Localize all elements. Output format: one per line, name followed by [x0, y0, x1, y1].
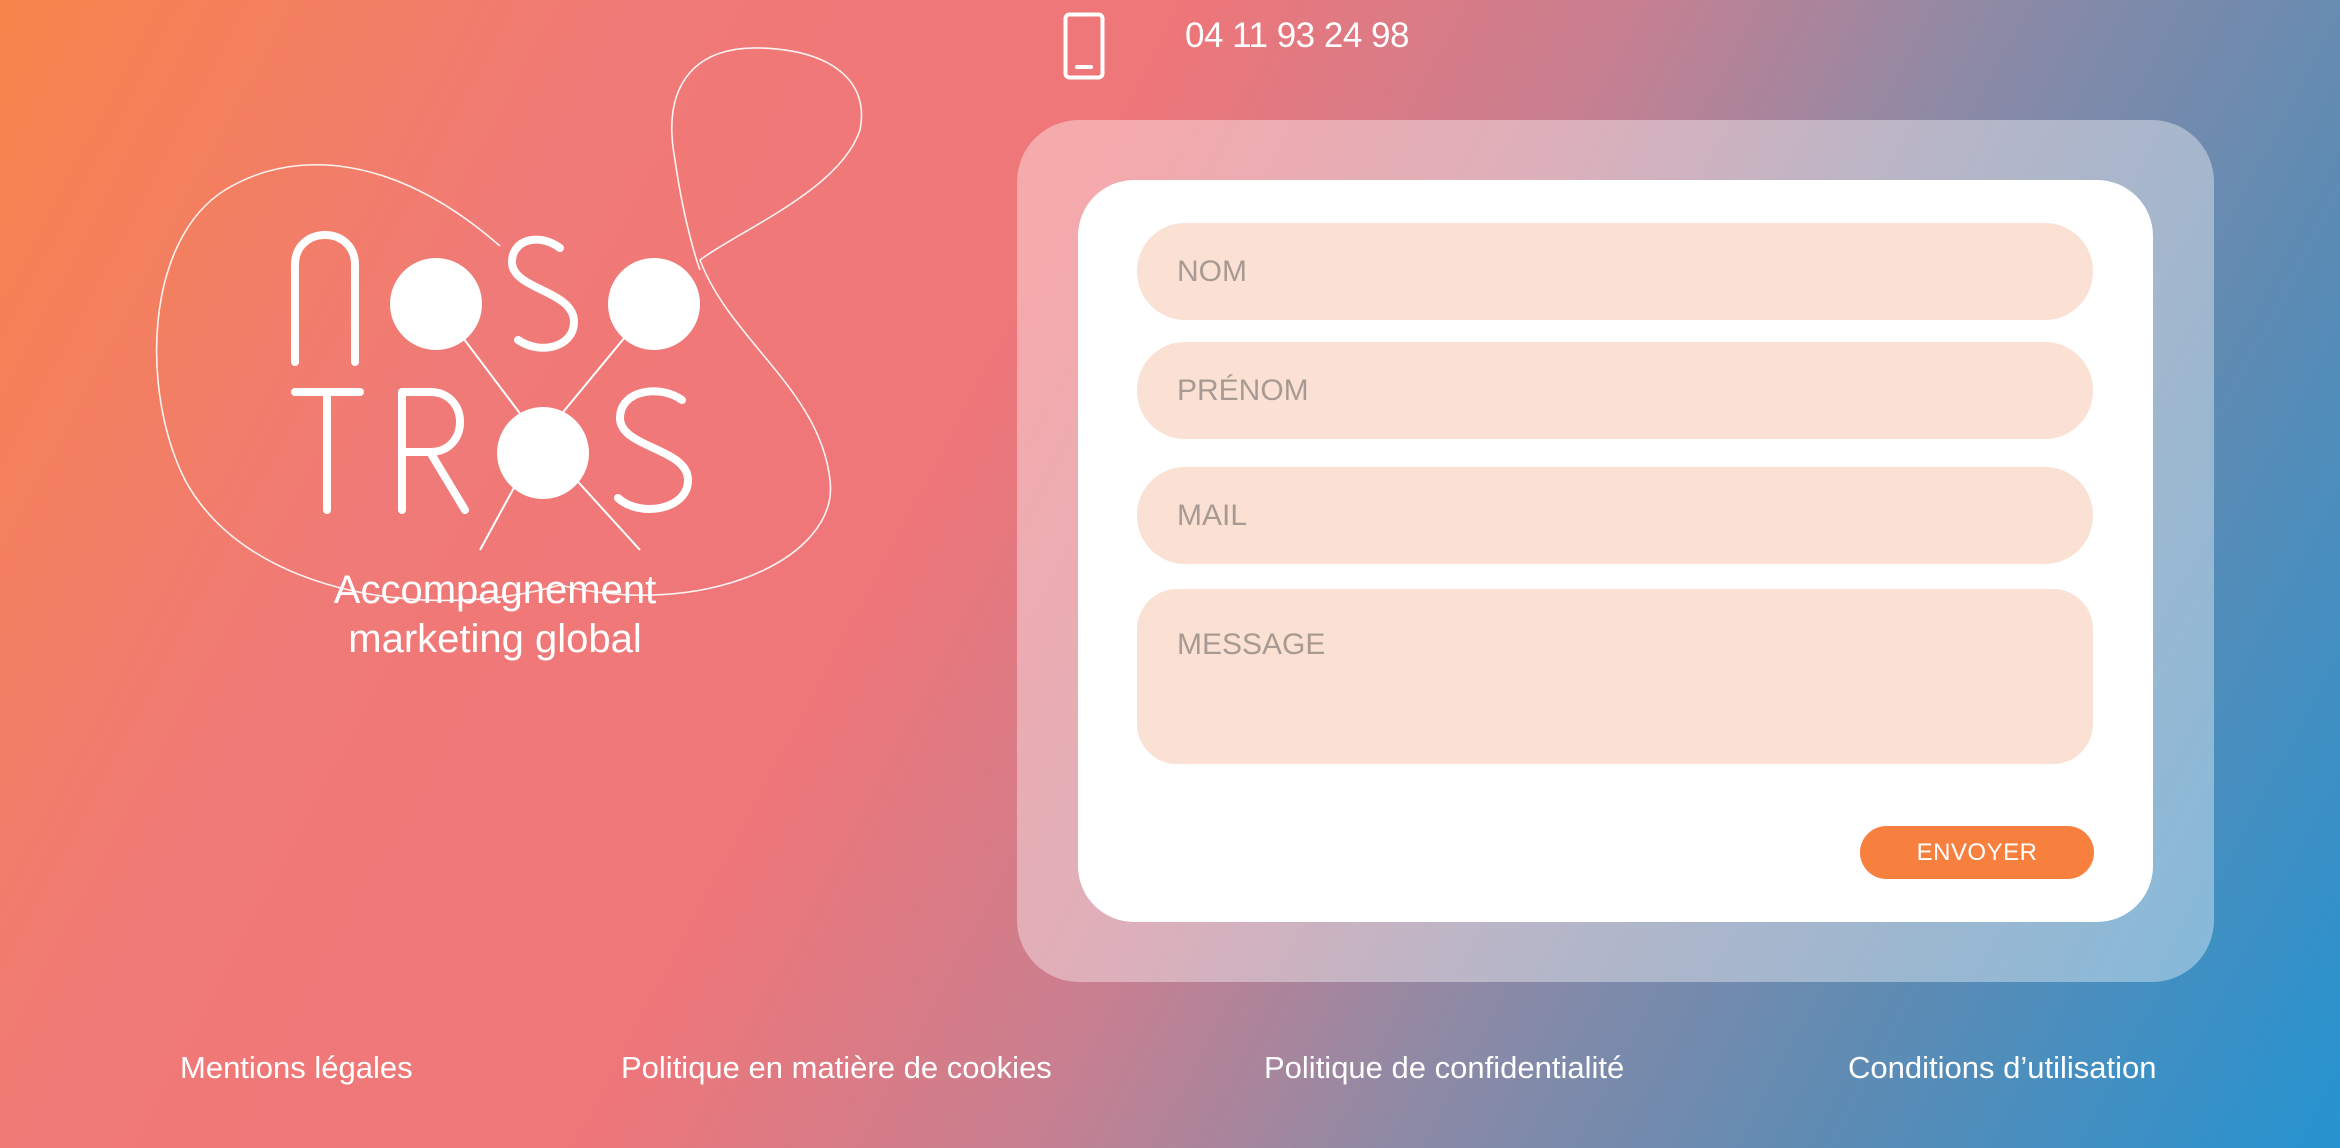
footer-link-confidentialite[interactable]: Politique de confidentialité — [1264, 1049, 1624, 1087]
message-field[interactable] — [1137, 589, 2093, 764]
mail-field[interactable] — [1137, 467, 2093, 564]
phone-number-link[interactable]: 04 11 93 24 98 — [1185, 14, 1409, 58]
footer-link-cookies[interactable]: Politique en matière de cookies — [621, 1049, 1052, 1087]
brand-tagline: Accompagnement marketing global — [260, 566, 730, 664]
send-button[interactable]: ENVOYER — [1860, 826, 2094, 879]
mobile-phone-icon — [1063, 12, 1105, 80]
tagline-line-2: marketing global — [348, 617, 642, 661]
prenom-field[interactable] — [1137, 342, 2093, 439]
phone-contact — [1063, 10, 1105, 82]
footer-link-mentions-legales[interactable]: Mentions légales — [180, 1049, 413, 1087]
footer-link-conditions[interactable]: Conditions d’utilisation — [1848, 1049, 2156, 1087]
tagline-line-1: Accompagnement — [333, 568, 657, 612]
nom-field[interactable] — [1137, 223, 2093, 320]
